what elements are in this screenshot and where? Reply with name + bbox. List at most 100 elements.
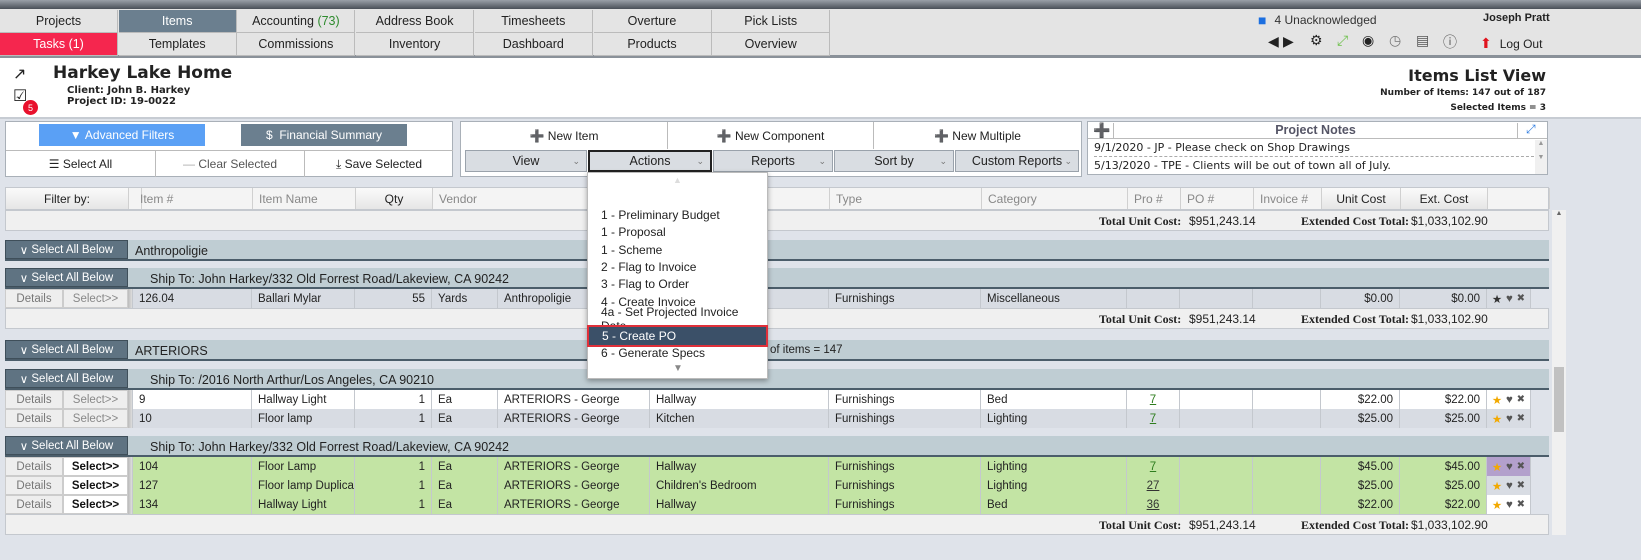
menu-item[interactable]: 1 - Preliminary Budget xyxy=(588,206,767,224)
details-button[interactable]: Details xyxy=(5,409,63,428)
select-all-below-button[interactable]: ∨ Select All Below xyxy=(5,436,128,455)
notes-scrollbar[interactable]: ▲ ▼ xyxy=(1535,140,1547,174)
filter-category[interactable]: Category xyxy=(982,188,1128,209)
pro-link[interactable]: 7 xyxy=(1150,461,1156,473)
nav-overture[interactable]: Overture xyxy=(593,10,712,33)
menu-item[interactable]: 3 - Flag to Order xyxy=(588,275,767,293)
actions-dropdown[interactable]: Actions ⌄ xyxy=(588,150,712,172)
select-all-below-button[interactable]: ∨ Select All Below xyxy=(5,340,128,359)
add-note-icon[interactable]: ➕ xyxy=(1093,122,1110,139)
nav-projects[interactable]: Projects xyxy=(0,10,118,33)
note-item[interactable]: 5/13/2020 - TPE - Clients will be out of… xyxy=(1094,159,1391,172)
details-button[interactable]: Details xyxy=(5,289,63,308)
menu-item[interactable]: 6 - Generate Specs xyxy=(588,344,767,362)
logout-button[interactable]: ⬆ Log Out xyxy=(1480,35,1542,52)
ext-cost-header[interactable]: Ext. Cost xyxy=(1401,188,1488,209)
details-button[interactable]: Details xyxy=(5,457,63,476)
custom-reports-dropdown[interactable]: Custom Reports ⌄ xyxy=(955,150,1079,172)
star-icon[interactable]: ★ xyxy=(1492,479,1502,493)
unit-cost-header[interactable]: Unit Cost xyxy=(1322,188,1401,209)
nav-pick-lists[interactable]: Pick Lists xyxy=(712,10,831,33)
nav-tasks[interactable]: Tasks (1) xyxy=(0,33,118,56)
heart-icon[interactable]: ♥ xyxy=(1506,480,1513,492)
menu-item[interactable]: 1 - Scheme xyxy=(588,241,767,259)
pro-link[interactable]: 7 xyxy=(1150,413,1156,425)
expand-icon[interactable]: ⤢ xyxy=(1337,32,1348,49)
gear-icon[interactable]: ⚙ xyxy=(1310,32,1323,49)
delete-icon[interactable]: ✖ xyxy=(1517,293,1525,304)
filter-item-number[interactable]: Item # xyxy=(134,188,253,209)
delete-icon[interactable]: ✖ xyxy=(1517,413,1525,424)
next-icon[interactable]: ▶ xyxy=(1283,33,1294,50)
select-button[interactable]: Select>> xyxy=(63,409,128,428)
star-icon[interactable]: ★ xyxy=(1492,292,1502,306)
advanced-filters-button[interactable]: ▼ Advanced Filters xyxy=(39,124,205,146)
select-button[interactable]: Select>> xyxy=(63,457,128,476)
nav-commissions[interactable]: Commissions xyxy=(237,33,356,56)
heart-icon[interactable]: ♥ xyxy=(1506,461,1513,473)
filter-po[interactable]: PO # xyxy=(1181,188,1254,209)
table-row[interactable]: Details Select>> 134 Hallway Light 1 Ea ARTERI… xyxy=(5,495,1531,514)
delete-icon[interactable]: ✖ xyxy=(1517,480,1525,491)
new-multiple-button[interactable]: ➕ New Multiple xyxy=(874,122,1081,149)
nav-address-book[interactable]: Address Book xyxy=(356,10,475,33)
select-all-button[interactable]: ☰ Select All xyxy=(6,150,156,177)
financial-summary-button[interactable]: $ Financial Summary xyxy=(241,124,407,146)
table-row[interactable]: Details Select>> 9 Hallway Light 1 Ea ARTERIOR… xyxy=(5,390,1531,409)
info-icon[interactable]: ⓘ xyxy=(1443,32,1457,52)
clock-icon[interactable]: ◷ xyxy=(1389,32,1401,49)
table-row[interactable]: Details Select>> 10 Floor lamp 1 Ea ARTERIORS … xyxy=(5,409,1531,428)
news-icon[interactable]: ▤ xyxy=(1416,32,1429,49)
nav-templates[interactable]: Templates xyxy=(118,33,237,56)
new-item-button[interactable]: ➕ New Item xyxy=(461,122,668,149)
select-button[interactable]: Select>> xyxy=(63,390,128,409)
select-all-below-button[interactable]: ∨ Select All Below xyxy=(5,268,128,287)
scrollbar[interactable]: ▲ xyxy=(1552,210,1566,535)
filter-item-name[interactable]: Item Name xyxy=(253,188,356,209)
pro-link[interactable]: 36 xyxy=(1147,499,1160,511)
note-item[interactable]: 9/1/2020 - JP - Please check on Shop Dra… xyxy=(1094,141,1534,157)
delete-icon[interactable]: ✖ xyxy=(1517,394,1525,405)
heart-icon[interactable]: ♥ xyxy=(1506,394,1513,406)
table-row[interactable]: DetailsSelect>>127Floor lamp Duplicated1… xyxy=(5,476,1531,495)
heart-icon[interactable]: ♥ xyxy=(1506,413,1513,425)
details-button[interactable]: Details xyxy=(5,495,63,514)
select-button[interactable]: Select>> xyxy=(63,289,128,308)
filter-invoice[interactable]: Invoice # xyxy=(1254,188,1322,209)
user-icon[interactable]: ◉ xyxy=(1362,32,1374,49)
nav-overview[interactable]: Overview xyxy=(712,33,831,56)
nav-items[interactable]: Items xyxy=(118,10,237,33)
pro-link[interactable]: 27 xyxy=(1147,480,1160,492)
nav-timesheets[interactable]: Timesheets xyxy=(474,10,593,33)
menu-item[interactable]: 5 - Create PO xyxy=(587,325,768,348)
filter-pro[interactable]: Pro # xyxy=(1128,188,1181,209)
view-dropdown[interactable]: View ⌄ xyxy=(465,150,587,172)
external-link-icon[interactable]: ↗ xyxy=(13,64,26,84)
details-button[interactable]: Details xyxy=(5,390,63,409)
select-button[interactable]: Select>> xyxy=(63,495,128,514)
nav-products[interactable]: Products xyxy=(593,33,712,56)
new-component-button[interactable]: ➕ New Component xyxy=(668,122,874,149)
menu-item[interactable]: 4a - Set Projected Invoice Date xyxy=(588,305,767,333)
select-all-below-button[interactable]: ∨ Select All Below xyxy=(5,240,128,259)
delete-icon[interactable]: ✖ xyxy=(1517,499,1525,510)
star-icon[interactable]: ★ xyxy=(1492,393,1502,407)
select-button[interactable]: Select>> xyxy=(63,476,128,495)
sort-by-dropdown[interactable]: Sort by ⌄ xyxy=(834,150,954,172)
prev-icon[interactable]: ◀ xyxy=(1268,33,1279,50)
clear-selected-button[interactable]: — Clear Selected xyxy=(156,150,305,177)
expand-icon[interactable]: ⤢ xyxy=(1526,122,1536,137)
table-row[interactable]: Details Select>> 126.04 Ballari Mylar 55 Yard… xyxy=(5,289,1531,308)
star-icon[interactable]: ★ xyxy=(1492,412,1502,426)
menu-item[interactable]: 1 - Proposal xyxy=(588,223,767,241)
nav-inventory[interactable]: Inventory xyxy=(356,33,475,56)
table-row[interactable]: Details Select>> 104 Floor Lamp 1 Ea ARTERIORS… xyxy=(5,457,1531,476)
star-icon[interactable]: ★ xyxy=(1492,498,1502,512)
filter-type[interactable]: Type xyxy=(830,188,982,209)
details-button[interactable]: Details xyxy=(5,476,63,495)
save-selected-button[interactable]: ⤓ Save Selected xyxy=(305,150,453,177)
select-all-below-button[interactable]: ∨ Select All Below xyxy=(5,369,128,388)
nav-dashboard[interactable]: Dashboard xyxy=(474,33,593,56)
reports-dropdown[interactable]: Reports ⌄ xyxy=(713,150,833,172)
menu-scroll-down-icon[interactable]: ▼ xyxy=(673,363,683,374)
